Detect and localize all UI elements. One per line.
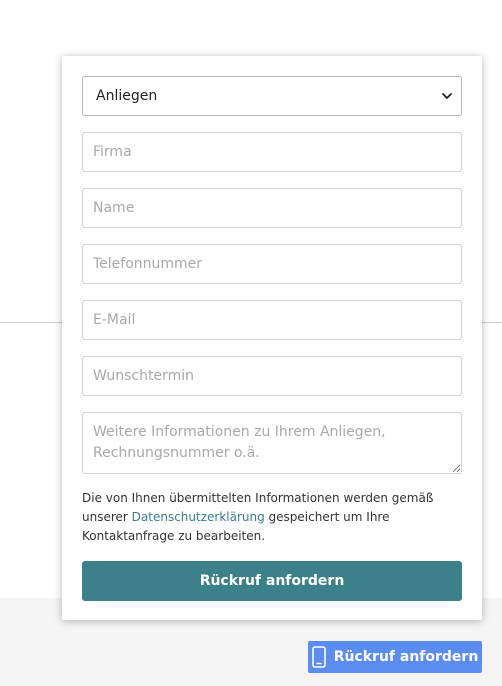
floating-button-label: Rückruf anfordern: [333, 649, 479, 665]
email-input[interactable]: [82, 300, 462, 340]
callback-form-panel: Anliegen Die von Ihnen übermittelten Inf…: [62, 56, 482, 620]
mobile-phone-icon: [311, 646, 326, 668]
company-input[interactable]: [82, 132, 462, 172]
appointment-input[interactable]: [82, 356, 462, 396]
request-callback-submit-button[interactable]: Rückruf anfordern: [82, 561, 462, 601]
chevron-down-icon: [442, 93, 452, 99]
request-callback-floating-button[interactable]: Rückruf anfordern: [308, 641, 482, 673]
concern-select-value: Anliegen: [96, 88, 158, 104]
phone-input[interactable]: [82, 244, 462, 284]
name-input[interactable]: [82, 188, 462, 228]
info-textarea[interactable]: [82, 412, 462, 474]
privacy-notice: Die von Ihnen übermittelten Informatione…: [82, 489, 464, 546]
privacy-policy-link[interactable]: Datenschutzerklärung: [132, 510, 265, 524]
concern-select[interactable]: Anliegen: [82, 76, 462, 116]
